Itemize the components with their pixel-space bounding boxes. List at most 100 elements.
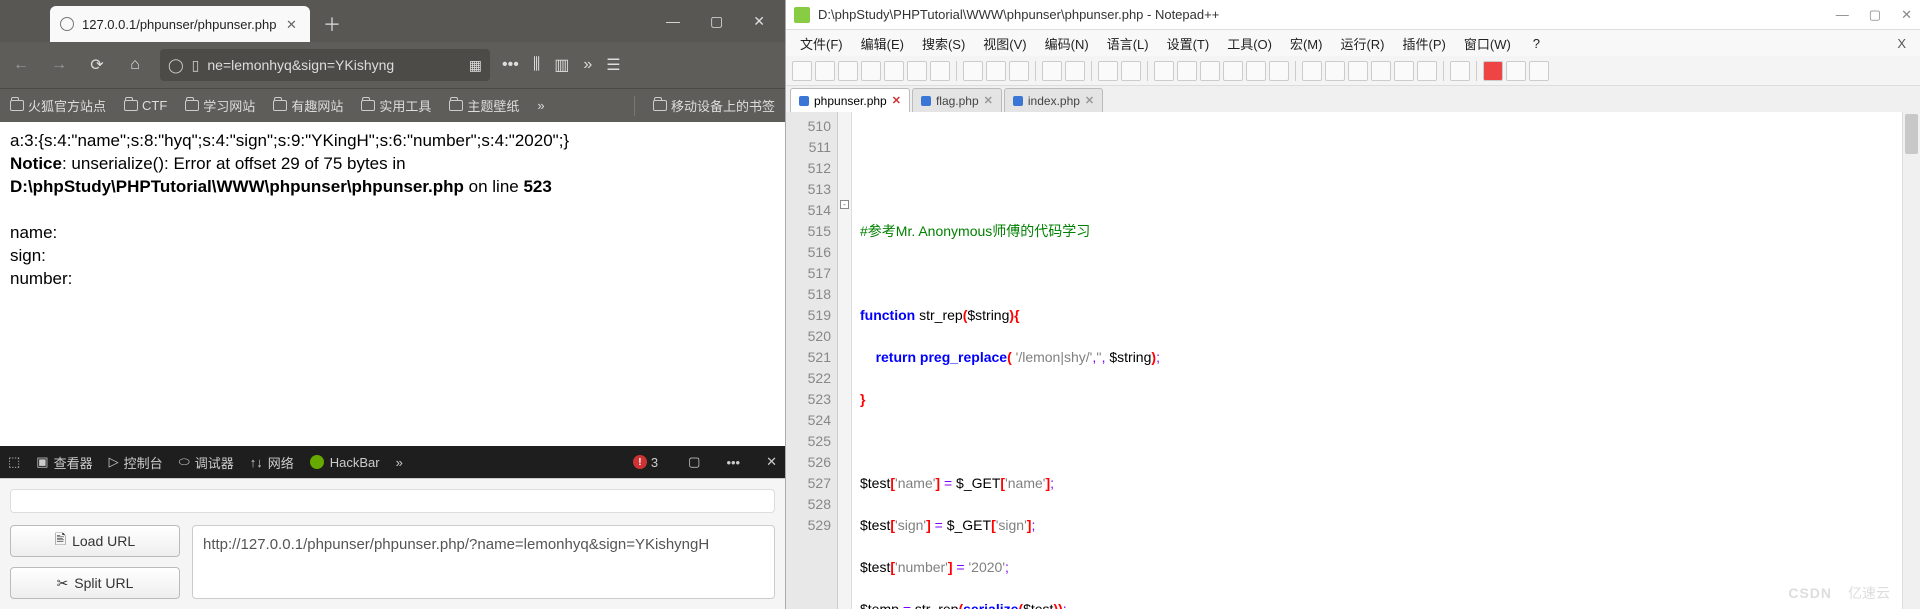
chevron-icon[interactable]: » xyxy=(537,98,544,113)
bookmark-item[interactable]: 学习网站 xyxy=(185,96,255,115)
zoomout-icon[interactable] xyxy=(1177,61,1197,81)
library-icon[interactable]: ⫼ xyxy=(533,56,540,74)
maximize-icon[interactable]: ▢ xyxy=(710,13,723,30)
back-icon[interactable]: ← xyxy=(8,52,34,78)
new-icon[interactable] xyxy=(792,61,812,81)
file-tab-phpunser[interactable]: phpunser.php✕ xyxy=(790,88,910,112)
docmap-icon[interactable] xyxy=(1417,61,1437,81)
reader-icon[interactable]: ▥ xyxy=(554,55,569,75)
save-icon[interactable] xyxy=(838,61,858,81)
scrollbar-thumb[interactable] xyxy=(1905,114,1918,154)
tab-close-icon[interactable]: ✕ xyxy=(892,94,901,107)
fold-margin[interactable]: - xyxy=(838,112,852,609)
closeall-icon[interactable] xyxy=(907,61,927,81)
menu-macro[interactable]: 宏(M) xyxy=(1282,32,1331,55)
bookmark-item[interactable]: 主题壁纸 xyxy=(449,96,519,115)
menu-help[interactable]: ? xyxy=(1525,34,1548,53)
url-box[interactable]: ◯ ▯ ▦ xyxy=(160,49,490,81)
find-icon[interactable] xyxy=(1098,61,1118,81)
menu-tools[interactable]: 工具(O) xyxy=(1219,32,1280,55)
error-badge[interactable]: !3 xyxy=(633,455,658,470)
fold-icon[interactable] xyxy=(1302,61,1322,81)
menu-edit[interactable]: 编辑(E) xyxy=(853,32,912,55)
tab-network[interactable]: ↑↓ 网络 xyxy=(250,453,294,472)
unfold-icon[interactable] xyxy=(1325,61,1345,81)
bookmark-item[interactable]: 实用工具 xyxy=(361,96,431,115)
copy-icon[interactable] xyxy=(986,61,1006,81)
chevron-icon[interactable]: » xyxy=(583,56,592,74)
minimize-icon[interactable]: — xyxy=(1836,7,1849,23)
doc-icon[interactable] xyxy=(1371,61,1391,81)
menu-run[interactable]: 运行(R) xyxy=(1332,32,1392,55)
tab-close-icon[interactable]: ✕ xyxy=(984,94,993,107)
hackbar-url-field[interactable]: http://127.0.0.1/phpunser/phpunser.php/?… xyxy=(192,525,775,599)
menu-plugins[interactable]: 插件(P) xyxy=(1395,32,1454,55)
fold-box-icon[interactable]: - xyxy=(840,200,849,209)
bookmark-item[interactable]: 有趣网站 xyxy=(273,96,343,115)
tab-close-icon[interactable]: ✕ xyxy=(1085,94,1094,107)
vertical-scrollbar[interactable] xyxy=(1902,112,1920,609)
close-window-icon[interactable]: ✕ xyxy=(753,13,765,30)
hackbar-top-field[interactable] xyxy=(10,489,775,513)
bookmark-mobile[interactable]: 移动设备上的书签 xyxy=(653,96,775,115)
sync-icon[interactable] xyxy=(1200,61,1220,81)
menu-view[interactable]: 视图(V) xyxy=(975,32,1034,55)
maximize-icon[interactable]: ▢ xyxy=(1869,7,1881,23)
menu-close-x[interactable]: X xyxy=(1897,36,1914,51)
browser-tab-active[interactable]: 127.0.0.1/phpunser/phpunser.php ✕ xyxy=(50,6,310,42)
url-input[interactable] xyxy=(207,57,460,73)
new-tab-button[interactable]: ＋ xyxy=(318,10,346,38)
menu-window[interactable]: 窗口(W) xyxy=(1456,32,1519,55)
more-icon[interactable]: ••• xyxy=(502,56,519,74)
menu-search[interactable]: 搜索(S) xyxy=(914,32,973,55)
forward-icon[interactable]: → xyxy=(46,52,72,78)
tab-inspector[interactable]: ▣ 查看器 xyxy=(36,453,92,472)
tab-console[interactable]: ▷ 控制台 xyxy=(109,453,163,472)
cut-icon[interactable] xyxy=(963,61,983,81)
stop-icon[interactable] xyxy=(1506,61,1526,81)
tab-hackbar[interactable]: HackBar xyxy=(310,455,380,470)
folder-icon xyxy=(273,100,287,111)
record-icon[interactable] xyxy=(1483,61,1503,81)
bookmark-item[interactable]: 火狐官方站点 xyxy=(10,96,106,115)
dock-icon[interactable]: ▢ xyxy=(688,454,700,470)
open-icon[interactable] xyxy=(815,61,835,81)
split-url-button[interactable]: ✂Split URL xyxy=(10,567,180,599)
paste-icon[interactable] xyxy=(1009,61,1029,81)
file-tab-flag[interactable]: flag.php✕ xyxy=(912,88,1002,112)
undo-icon[interactable] xyxy=(1042,61,1062,81)
close-icon[interactable] xyxy=(884,61,904,81)
tab-debugger[interactable]: ⬭ 调试器 xyxy=(179,453,234,472)
menu-encoding[interactable]: 编码(N) xyxy=(1037,32,1097,55)
menu-settings[interactable]: 设置(T) xyxy=(1159,32,1218,55)
funclist-icon[interactable] xyxy=(1394,61,1414,81)
file-tab-index[interactable]: index.php✕ xyxy=(1004,88,1103,112)
home-icon[interactable]: ⌂ xyxy=(122,52,148,78)
menu-icon[interactable]: ☰ xyxy=(606,55,620,75)
menu-language[interactable]: 语言(L) xyxy=(1099,32,1157,55)
replace-icon[interactable] xyxy=(1121,61,1141,81)
qr-icon[interactable]: ▦ xyxy=(469,57,482,74)
wrap-icon[interactable] xyxy=(1223,61,1243,81)
saveall-icon[interactable] xyxy=(861,61,881,81)
folder-icon[interactable] xyxy=(1348,61,1368,81)
close-icon[interactable]: ✕ xyxy=(286,17,300,31)
more-icon[interactable]: ••• xyxy=(726,455,740,470)
code-area[interactable]: #参考Mr. Anonymous师傅的代码学习 function str_rep… xyxy=(852,112,1902,609)
monitor-icon[interactable] xyxy=(1450,61,1470,81)
allchars-icon[interactable] xyxy=(1246,61,1266,81)
load-url-button[interactable]: 🖹Load URL xyxy=(10,525,180,557)
indent-icon[interactable] xyxy=(1269,61,1289,81)
pick-element-icon[interactable]: ⬚ xyxy=(8,454,20,470)
bookmark-item[interactable]: CTF xyxy=(124,98,167,113)
play-icon[interactable] xyxy=(1529,61,1549,81)
close-icon[interactable]: ✕ xyxy=(1901,7,1912,23)
chevron-icon[interactable]: » xyxy=(396,455,403,470)
devtools-close-icon[interactable]: ✕ xyxy=(766,454,777,470)
redo-icon[interactable] xyxy=(1065,61,1085,81)
zoomin-icon[interactable] xyxy=(1154,61,1174,81)
menu-file[interactable]: 文件(F) xyxy=(792,32,851,55)
minimize-icon[interactable]: — xyxy=(666,13,680,30)
print-icon[interactable] xyxy=(930,61,950,81)
reload-icon[interactable]: ⟳ xyxy=(84,52,110,78)
